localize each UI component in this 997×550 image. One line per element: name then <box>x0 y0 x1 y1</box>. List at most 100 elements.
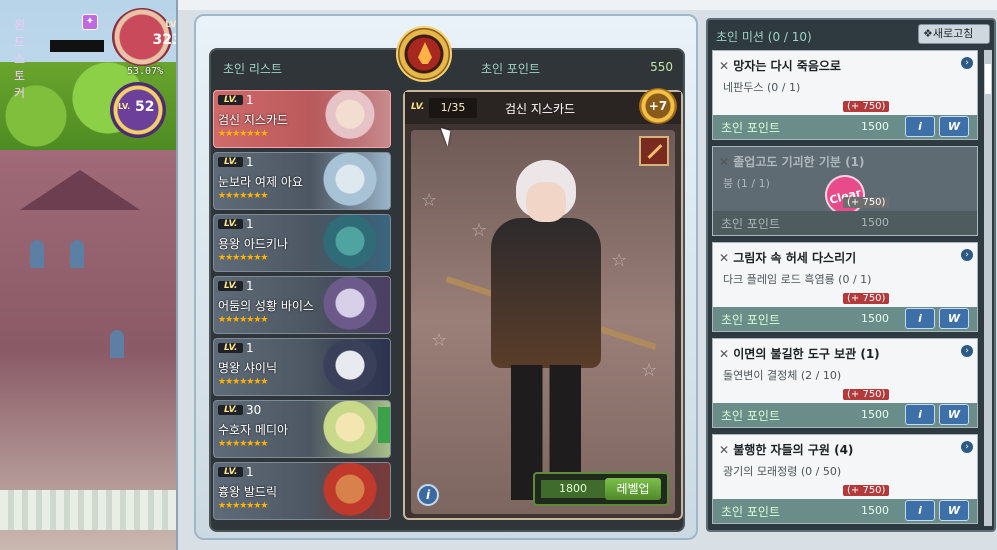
card-portrait <box>310 463 390 519</box>
mission-reward: (+ 750) <box>843 293 890 304</box>
card-portrait <box>310 339 390 395</box>
info-button[interactable]: i <box>905 404 935 425</box>
w-button[interactable]: W <box>939 404 969 425</box>
card-name: 용왕 아드키나 <box>218 237 289 251</box>
card-level-label: LV. <box>218 219 244 229</box>
mission-panel: 초인 미션 (0 / 10) ❖새로고침 ✕ 망자는 다시 죽음으로 › 네판두… <box>706 18 996 532</box>
mission-target: 돌연변이 결정체 (2 / 10) <box>723 369 842 382</box>
points-label: 초인 포인트 <box>721 409 781 423</box>
mission-item[interactable]: ✕ 망자는 다시 죽음으로 › 네판두스 (0 / 1) (+ 750) 초인 … <box>712 50 978 140</box>
levelup-button[interactable]: 레벨업 <box>605 478 661 500</box>
mission-item[interactable]: ✕ 불행한 자들의 구원 (4) › 광기의 모래정령 (0 / 50) (+ … <box>712 434 978 524</box>
card-inner-panel: 초인 리스트 초인 포인트 550 LV. 1 검신 지스카드 ★★★★★★★ … <box>209 26 685 532</box>
detail-header: LV. 1/35 검신 지스카드 +7 <box>405 88 681 124</box>
info-icon[interactable]: i <box>417 484 439 506</box>
mission-item[interactable]: ✕ 그림자 속 허세 다스리기 › 다크 플레임 로드 흑염룡 (0 / 1) … <box>712 242 978 332</box>
card-item[interactable]: LV. 1 흉왕 발드릭 ★★★★★★★ <box>213 462 391 520</box>
mission-points-bar: 초인 포인트 1500 i W <box>713 307 977 331</box>
levelup-cost: 1800 <box>541 480 605 498</box>
player-name: 윈드스토커 <box>14 18 26 100</box>
chevron-right-icon[interactable]: › <box>961 345 973 357</box>
card-portrait <box>310 215 390 271</box>
refresh-icon: ❖ <box>923 27 933 40</box>
mission-item-title: ✕ 불행한 자들의 구원 (4) <box>719 443 854 457</box>
character-art: ☆ ☆ ☆ ☆ ☆ i 1800 레벨업 <box>411 130 675 514</box>
card-item[interactable]: LV. 30 수호자 메디아 ★★★★★★★ <box>213 400 391 458</box>
crossed-swords-icon: ✕ <box>719 59 734 73</box>
mission-item[interactable]: ✕ 졸업고도 기괴한 기분 (1) 붕 (1 / 1) Clear (+ 750… <box>712 146 978 236</box>
pet-level: 52 <box>135 99 155 115</box>
star-decoration: ☆ <box>431 330 448 351</box>
crossed-swords-icon[interactable] <box>639 136 669 166</box>
card-list-title: 초인 리스트 <box>223 62 283 76</box>
guild-icon: ✦ <box>82 14 98 30</box>
mission-scrollbar[interactable] <box>984 50 992 526</box>
w-button[interactable]: W <box>939 116 969 137</box>
card-item[interactable]: LV. 1 눈보라 여제 아요 ★★★★★★★ <box>213 152 391 210</box>
crossed-swords-icon: ✕ <box>719 443 734 457</box>
card-name: 명왕 샤이닉 <box>218 361 278 375</box>
mission-reward: (+ 750) <box>843 485 890 496</box>
chevron-right-icon[interactable]: › <box>961 249 973 261</box>
card-level-label: LV. <box>218 343 244 353</box>
card-name: 수호자 메디아 <box>218 423 289 437</box>
card-stars: ★★★★★★★ <box>218 377 268 387</box>
chevron-right-icon[interactable]: › <box>961 57 973 69</box>
scroll-thumb[interactable] <box>985 64 991 94</box>
info-button[interactable]: i <box>905 308 935 329</box>
w-button[interactable]: W <box>939 308 969 329</box>
info-button[interactable]: i <box>905 116 935 137</box>
card-side-tab[interactable] <box>378 407 390 443</box>
chevron-right-icon[interactable]: › <box>961 441 973 453</box>
character-face <box>526 182 566 222</box>
character-body <box>491 218 601 368</box>
card-level: 1 <box>246 93 254 107</box>
mission-item-title: ✕ 졸업고도 기괴한 기분 (1) <box>719 155 865 169</box>
card-stars: ★★★★★★★ <box>218 253 268 263</box>
redacted-bar <box>50 40 104 52</box>
castle-roof <box>20 170 140 210</box>
pet-level-badge[interactable]: LV. 52 <box>110 82 166 138</box>
info-button[interactable]: i <box>905 500 935 521</box>
mission-reward: (+ 750) <box>843 389 890 400</box>
mission-target: 붕 (1 / 1) <box>723 177 770 190</box>
mission-item-title: ✕ 그림자 속 허세 다스리기 <box>719 251 857 265</box>
card-item[interactable]: LV. 1 어둠의 성황 바이스 ★★★★★★★ <box>213 276 391 334</box>
castle-window <box>110 330 124 358</box>
crossed-swords-icon: ✕ <box>719 155 734 169</box>
card-name: 눈보라 여제 아요 <box>218 175 303 189</box>
points-value: 1500 <box>861 408 889 421</box>
superhuman-window: 초인 리스트 초인 포인트 550 LV. 1 검신 지스카드 ★★★★★★★ … <box>176 0 997 550</box>
points-value: 1500 <box>861 120 889 133</box>
points-value: 1500 <box>861 216 889 229</box>
mission-item-title: ✕ 이면의 불길한 도구 보관 (1) <box>719 347 880 361</box>
card-level: 1 <box>246 465 254 479</box>
card-item[interactable]: LV. 1 검신 지스카드 ★★★★★★★ <box>213 90 391 148</box>
card-level-label: LV. <box>218 467 244 477</box>
fence <box>0 490 180 530</box>
castle-window <box>70 240 84 268</box>
card-level-label: LV. <box>218 157 244 167</box>
detail-title: 검신 지스카드 <box>505 102 576 116</box>
character-illustration <box>445 160 657 500</box>
card-name: 검신 지스카드 <box>218 113 289 127</box>
refresh-button[interactable]: ❖새로고침 <box>918 24 990 44</box>
mission-target: 광기의 모래정령 (0 / 50) <box>723 465 842 478</box>
mission-title: 초인 미션 (0 / 10) <box>716 30 812 44</box>
card-level-label: LV. <box>218 95 244 105</box>
card-level: 1 <box>246 217 254 231</box>
w-button[interactable]: W <box>939 500 969 521</box>
card-item[interactable]: LV. 1 용왕 아드키나 ★★★★★★★ <box>213 214 391 272</box>
card-portrait <box>310 153 390 209</box>
mission-points-bar: 초인 포인트 1500 i W <box>713 499 977 523</box>
card-item[interactable]: LV. 1 명왕 샤이닉 ★★★★★★★ <box>213 338 391 396</box>
crossed-swords-icon: ✕ <box>719 347 734 361</box>
points-label: 초인 포인트 <box>721 217 781 231</box>
mission-item[interactable]: ✕ 이면의 불길한 도구 보관 (1) › 돌연변이 결정체 (2 / 10) … <box>712 338 978 428</box>
card-stars: ★★★★★★★ <box>218 129 268 139</box>
window-top-strip <box>178 0 997 10</box>
points-label: 초인 포인트 <box>721 313 781 327</box>
card-name: 흉왕 발드릭 <box>218 485 278 499</box>
mission-reward: (+ 750) <box>843 197 890 208</box>
star-decoration: ☆ <box>421 190 438 211</box>
